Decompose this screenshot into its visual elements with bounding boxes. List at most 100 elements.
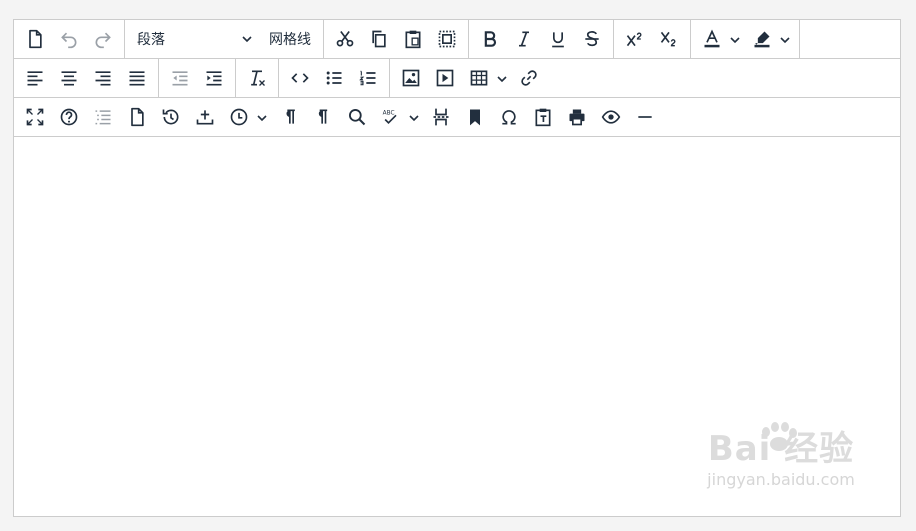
select-all-button[interactable]: [430, 22, 464, 56]
print-icon: [569, 109, 585, 126]
media-icon: [436, 69, 454, 87]
align-right-icon: [95, 71, 111, 86]
remove-format-icon: [251, 70, 265, 86]
scissors-icon: [336, 31, 354, 47]
align-center-button[interactable]: [52, 61, 86, 95]
strikethrough-button[interactable]: [575, 22, 609, 56]
toolbar-row-2: [14, 59, 900, 98]
special-char-button[interactable]: [492, 100, 526, 134]
cut-button[interactable]: [328, 22, 362, 56]
align-justify-button[interactable]: [120, 61, 154, 95]
text-color-button[interactable]: [695, 22, 745, 56]
script-group: [614, 20, 691, 58]
indent-button[interactable]: [197, 61, 231, 95]
superscript-button[interactable]: [618, 22, 652, 56]
preview-icon: [601, 110, 621, 124]
bullet-list-icon: [326, 71, 342, 85]
new-document-button[interactable]: [18, 22, 52, 56]
ltr-icon: [286, 109, 295, 124]
bold-button[interactable]: [473, 22, 507, 56]
clock-icon: [230, 108, 248, 126]
color-group: [691, 20, 800, 58]
media-button[interactable]: [428, 61, 462, 95]
align-right-button[interactable]: [86, 61, 120, 95]
subscript-icon: [660, 31, 676, 47]
help-button[interactable]: [52, 100, 86, 134]
restore-draft-button[interactable]: [154, 100, 188, 134]
align-justify-icon: [129, 71, 145, 86]
toc-icon: [95, 110, 111, 125]
ltr-button[interactable]: [272, 100, 306, 134]
redo-button[interactable]: [86, 22, 120, 56]
text-style-group: [469, 20, 614, 58]
fullscreen-icon: [26, 108, 44, 126]
italic-icon: [519, 31, 529, 47]
template-button[interactable]: [120, 100, 154, 134]
numbered-list-button[interactable]: [351, 61, 385, 95]
highlight-color-button[interactable]: [745, 22, 795, 56]
template-icon: [131, 107, 144, 127]
paste-text-button[interactable]: [526, 100, 560, 134]
redo-icon: [95, 32, 111, 49]
block-format-select[interactable]: 段落: [129, 22, 261, 56]
print-button[interactable]: [560, 100, 594, 134]
baidu-jingyan-watermark: Bai 经验 jingyan.baidu.com: [696, 422, 866, 508]
horizontal-rule-button[interactable]: [628, 100, 662, 134]
gridlines-label: 网格线: [269, 32, 311, 48]
spellcheck-button[interactable]: ABC: [374, 100, 424, 134]
block-format-value: 段落: [137, 32, 165, 48]
underline-button[interactable]: [541, 22, 575, 56]
italic-button[interactable]: [507, 22, 541, 56]
align-left-button[interactable]: [18, 61, 52, 95]
chevron-down-icon: [257, 115, 267, 122]
clipboard-group: [324, 20, 469, 58]
table-button[interactable]: [462, 61, 512, 95]
paste-button[interactable]: [396, 22, 430, 56]
copy-button[interactable]: [362, 22, 396, 56]
toc-button[interactable]: [86, 100, 120, 134]
spellcheck-icon: ABC: [383, 111, 397, 125]
rich-text-editor: 段落 网格线 ABC Bai 经验 jingyan.baidu.com: [13, 19, 901, 517]
insert-group: [390, 59, 550, 97]
chevron-down-icon: [409, 115, 419, 122]
undo-icon: [61, 32, 77, 49]
upload-button[interactable]: [188, 100, 222, 134]
remove-format-button[interactable]: [240, 61, 274, 95]
code-list-group: [279, 59, 390, 97]
bold-icon: [484, 31, 496, 47]
toolbar-row-3: ABC: [14, 98, 900, 137]
clear-format-group: [236, 59, 279, 97]
numbered-list-icon: [359, 70, 376, 86]
fullscreen-button[interactable]: [18, 100, 52, 134]
search-icon: [349, 109, 366, 126]
link-button[interactable]: [512, 61, 546, 95]
undo-button[interactable]: [52, 22, 86, 56]
code-icon: [291, 73, 309, 83]
indent-icon: [206, 71, 222, 86]
insert-datetime-button[interactable]: [222, 100, 272, 134]
preview-button[interactable]: [594, 100, 628, 134]
history-group: [14, 20, 125, 58]
chevron-down-icon: [780, 37, 790, 44]
rtl-button[interactable]: [306, 100, 340, 134]
bookmark-icon: [470, 109, 480, 126]
search-replace-button[interactable]: [340, 100, 374, 134]
spellcheck-caption: ABC: [383, 111, 395, 117]
page-break-button[interactable]: [424, 100, 458, 134]
chevron-down-icon: [497, 76, 507, 83]
code-button[interactable]: [283, 61, 317, 95]
help-icon: [60, 108, 78, 126]
toolbar-row-1: 段落 网格线: [14, 20, 900, 59]
indent-group: [159, 59, 236, 97]
highlight-icon: [754, 31, 770, 48]
outdent-icon: [172, 71, 188, 86]
chevron-down-icon: [242, 36, 252, 43]
bullet-list-button[interactable]: [317, 61, 351, 95]
editor-content-area[interactable]: Bai 经验 jingyan.baidu.com: [14, 137, 900, 516]
horizontal-rule-icon: [638, 116, 652, 118]
outdent-button[interactable]: [163, 61, 197, 95]
image-button[interactable]: [394, 61, 428, 95]
gridlines-toggle[interactable]: 网格线: [261, 22, 319, 56]
bookmark-button[interactable]: [458, 100, 492, 134]
subscript-button[interactable]: [652, 22, 686, 56]
